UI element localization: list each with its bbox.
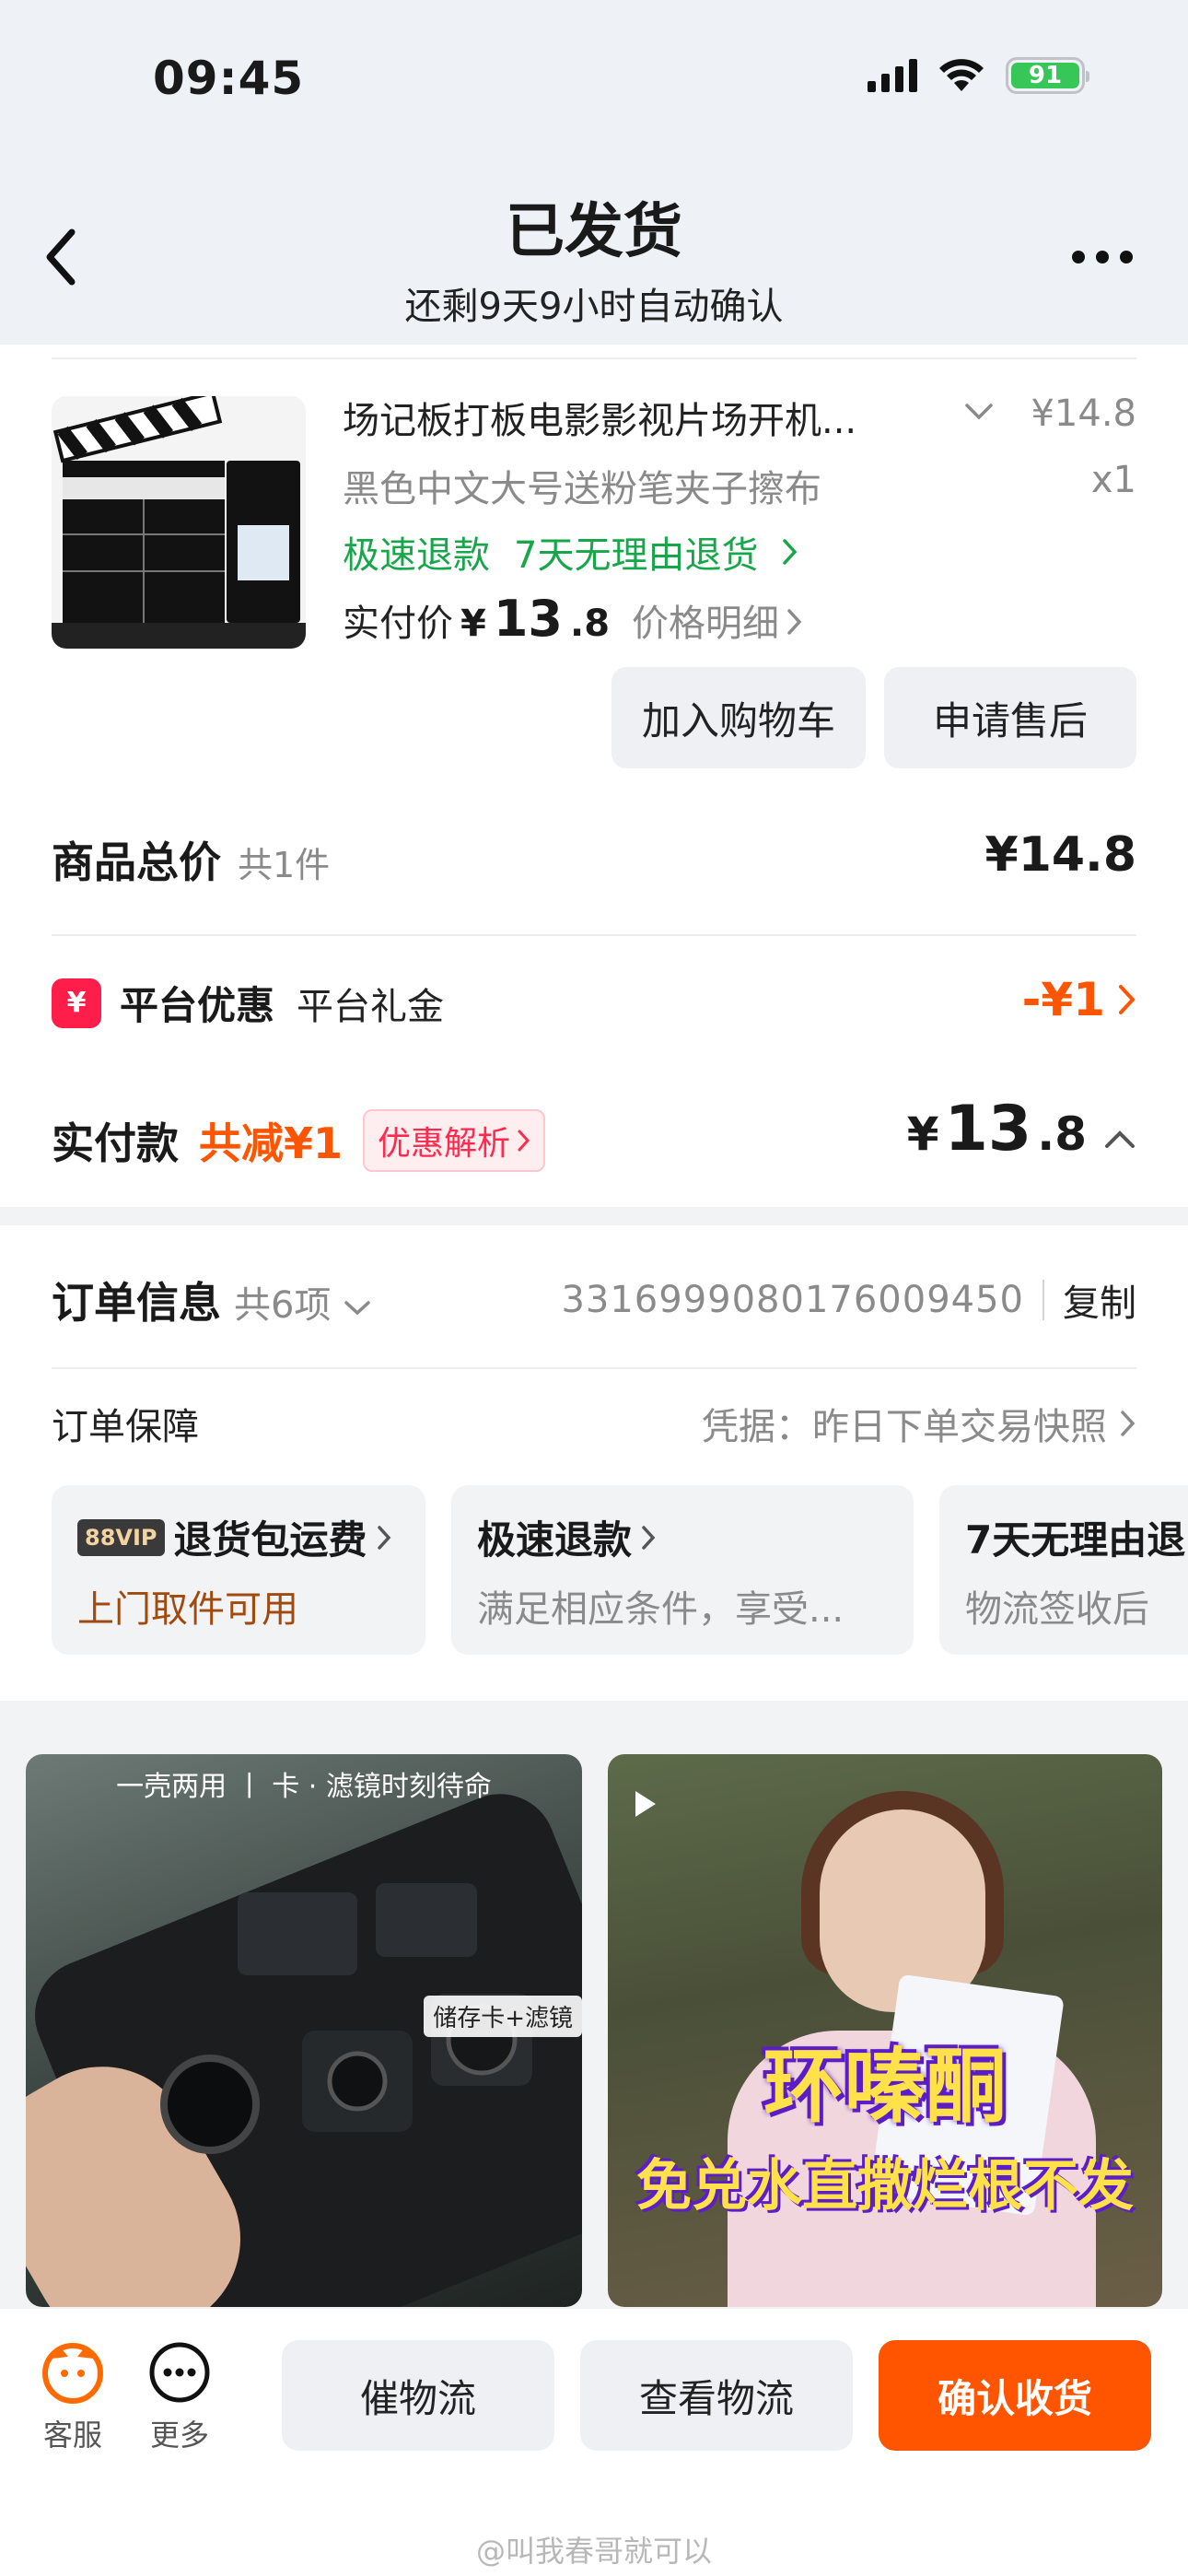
feed-video-title: 环嗪酮 — [763, 2039, 1007, 2134]
play-icon — [635, 1791, 656, 1817]
product-card: 场记板打板电影影视片场开机... ¥14.8 黑色中文大号送粉笔夹子擦布 x1 … — [0, 345, 1188, 1207]
goods-total-value: ¥14.8 — [984, 827, 1136, 883]
actual-paid-price: 实付价 ¥13.8 价格明细 — [343, 590, 803, 648]
auto-confirm-countdown: 还剩9天9小时自动确认 — [404, 286, 784, 328]
feed-item-camera-case[interactable]: 一壳两用 丨 卡 · 滤镜时刻待命 储存卡+滤镜 — [26, 1754, 582, 2307]
signal-icon — [868, 59, 917, 92]
feed-item-video[interactable]: 环嗪酮 免兑水直撒烂根不发 — [608, 1754, 1162, 2307]
more-menu-icon[interactable] — [1072, 251, 1133, 263]
chevron-right-icon — [1121, 1411, 1136, 1436]
chevron-right-icon — [377, 1525, 390, 1550]
order-info-header[interactable]: 订单信息 共6项 — [52, 1270, 371, 1330]
price-detail-link[interactable]: 价格明细 — [632, 593, 779, 647]
chevron-right-icon — [787, 609, 802, 635]
add-to-cart-button[interactable]: 加入购物车 — [611, 667, 866, 768]
watermark: @叫我春哥就可以 — [475, 2534, 712, 2569]
divider — [52, 1367, 1136, 1369]
more-button[interactable]: 更多 — [147, 2340, 212, 2454]
platform-discount-row: ¥ 平台优惠 平台礼金 — [52, 975, 444, 1031]
wifi-icon — [939, 59, 984, 91]
goods-total-label: 商品总价 共1件 — [52, 837, 331, 887]
customer-service-icon — [42, 2343, 103, 2404]
chevron-down-icon[interactable] — [963, 402, 995, 422]
confirm-receipt-button[interactable]: 确认收货 — [879, 2340, 1151, 2451]
chevron-right-icon — [642, 1525, 656, 1550]
chevron-right-icon — [783, 539, 798, 565]
page-title: 已发货 — [506, 198, 682, 266]
guarantee-card-7day-return[interactable]: 7天无理由退 物流签收后 — [939, 1485, 1188, 1655]
service-tags[interactable]: 极速退款 7天无理由退货 — [343, 525, 798, 579]
platform-discount-value[interactable]: -¥1 — [1022, 973, 1136, 1026]
paid-price-label: 实付价 — [343, 603, 453, 645]
88vip-badge: 88VIP — [77, 1518, 165, 1556]
order-info-card: 订单信息 共6项 3316999080176009450 复制 订单保障 凭据：… — [0, 1225, 1188, 1701]
chevron-up-icon — [1105, 1130, 1135, 1148]
tag-7day-return: 7天无理由退货 — [514, 534, 759, 577]
battery-icon: 91 — [1006, 57, 1089, 94]
feed-video-subtitle: 免兑水直撒烂根不发 — [636, 2154, 1134, 2219]
order-number-row: 3316999080176009450 复制 — [561, 1273, 1136, 1327]
chevron-right-icon — [518, 1130, 530, 1152]
customer-service-button[interactable]: 客服 — [41, 2340, 105, 2454]
product-price: ¥14.8 — [1031, 392, 1136, 435]
feed-caption: 一壳两用 丨 卡 · 滤镜时刻待命 — [116, 1771, 492, 1803]
order-guarantee-label: 订单保障 — [52, 1406, 199, 1448]
status-time: 09:45 — [153, 52, 305, 105]
trade-snapshot-link[interactable]: 凭据：昨日下单交易快照 — [702, 1397, 1136, 1450]
guarantee-card-fast-refund[interactable]: 极速退款 满足相应条件，享受... — [451, 1485, 914, 1655]
urge-logistics-button[interactable]: 催物流 — [282, 2340, 554, 2451]
coupon-icon: ¥ — [52, 978, 101, 1028]
after-sale-button[interactable]: 申请售后 — [884, 667, 1136, 768]
product-name[interactable]: 场记板打板电影影视片场开机... — [343, 391, 914, 444]
discount-analysis-button[interactable]: 优惠解析 — [363, 1109, 546, 1172]
product-thumbnail[interactable] — [52, 396, 306, 649]
header-area: 09:45 91 已发货 还剩9天9小时自动确认 — [0, 0, 1188, 345]
actual-payment-row: 实付款 共减¥1 优惠解析 — [52, 1109, 546, 1172]
actual-payment-value[interactable]: ¥13.8 — [907, 1093, 1136, 1165]
more-dots-icon — [149, 2342, 210, 2403]
chevron-right-icon — [1119, 985, 1136, 1014]
chevron-down-icon — [344, 1301, 371, 1316]
status-icons: 91 — [868, 57, 1089, 94]
feed-label: 储存卡+滤镜 — [424, 1996, 582, 2037]
order-number: 3316999080176009450 — [561, 1279, 1024, 1321]
copy-button[interactable]: 复制 — [1063, 1273, 1136, 1327]
divider — [52, 357, 1136, 359]
tag-fast-refund: 极速退款 — [343, 534, 490, 577]
guarantee-card-return-shipping[interactable]: 88VIP 退货包运费 上门取件可用 — [52, 1485, 425, 1655]
divider — [52, 934, 1136, 936]
product-quantity: x1 — [1090, 459, 1136, 501]
view-logistics-button[interactable]: 查看物流 — [580, 2340, 853, 2451]
product-spec: 黑色中文大号送粉笔夹子擦布 — [343, 468, 821, 510]
discount-total: 共减¥1 — [199, 1118, 344, 1168]
